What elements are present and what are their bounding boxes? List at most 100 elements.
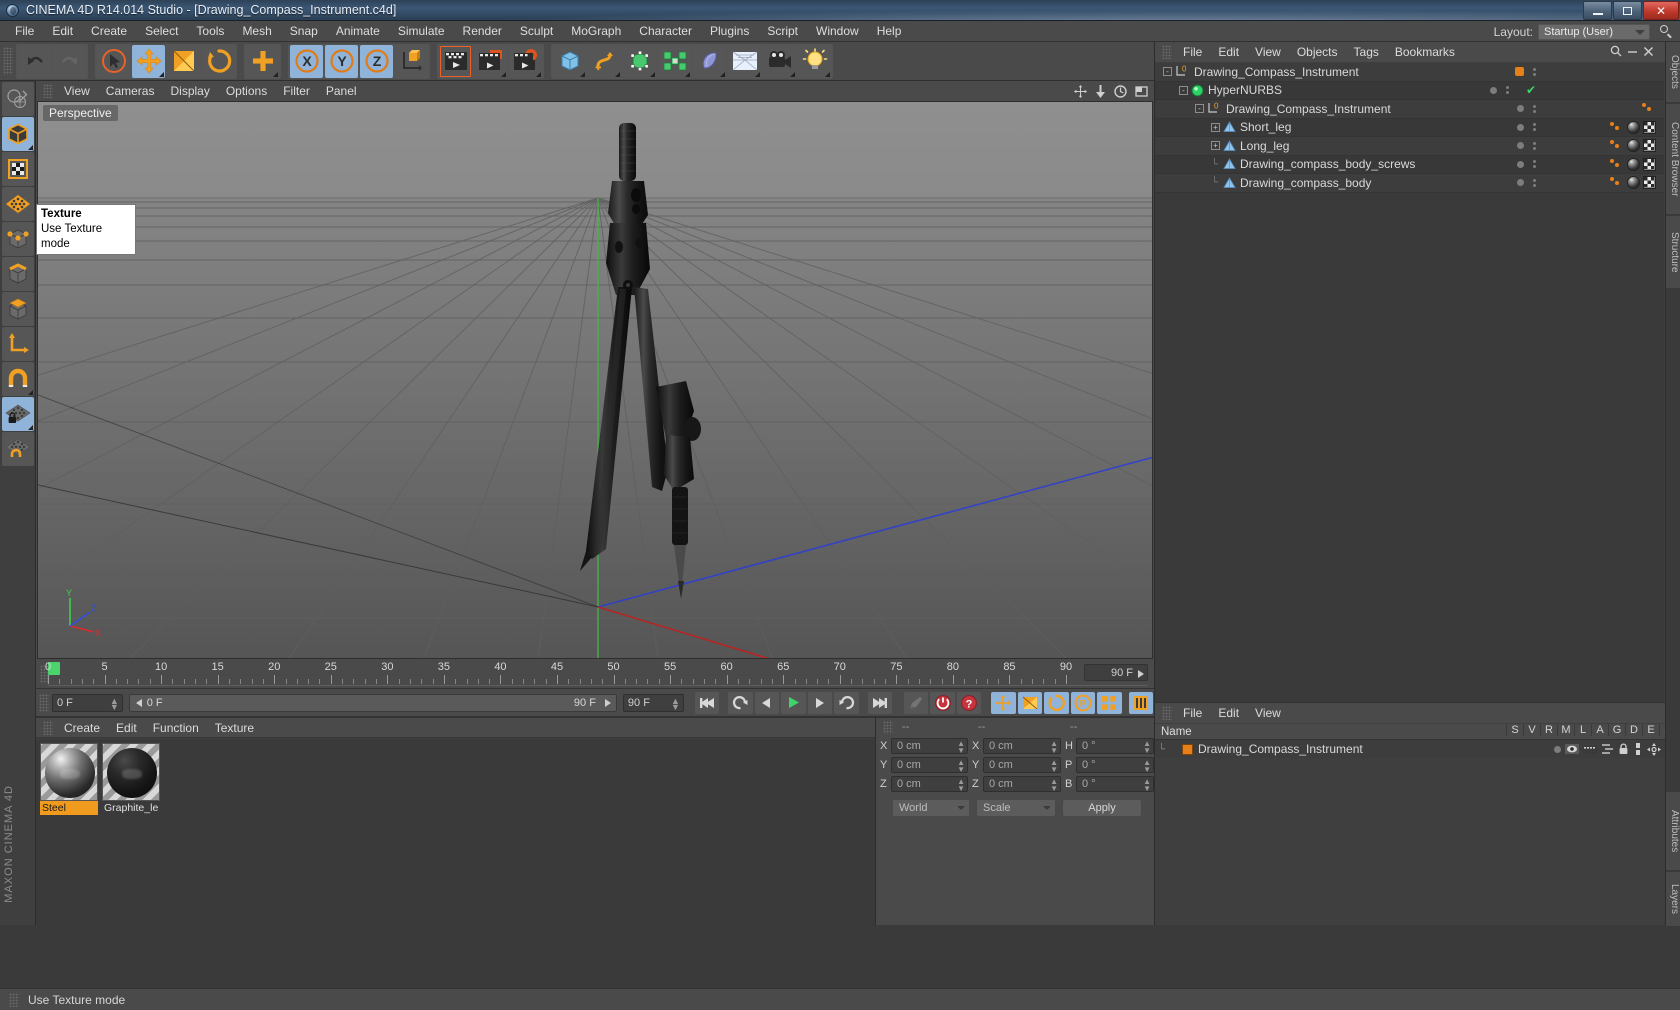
key-scale-button[interactable] — [1017, 691, 1043, 714]
world-object-axis-button[interactable] — [395, 44, 428, 78]
object-enable-dot-icon[interactable] — [1517, 123, 1524, 131]
coord-field-size-x[interactable]: 0 cm ▲ ▼ — [983, 738, 1061, 755]
menu-select[interactable]: Select — [136, 22, 187, 40]
spinner-icon-2[interactable]: ▲ ▼ — [671, 696, 680, 711]
lock-workplane-button[interactable] — [2, 397, 34, 431]
object-row[interactable]: - HyperNURBS ✔ — [1155, 81, 1664, 100]
object-name[interactable]: Short_leg — [1240, 120, 1291, 134]
menu-simulate[interactable]: Simulate — [389, 22, 454, 40]
object-visibility-toggle-icon[interactable] — [1533, 123, 1536, 132]
key-position-button[interactable] — [991, 691, 1016, 714]
tab-content-browser[interactable]: Content Browser — [1666, 104, 1680, 214]
object-name[interactable]: Drawing_Compass_Instrument — [1194, 65, 1359, 79]
redo-button[interactable] — [53, 44, 86, 78]
viewport-menu-cameras[interactable]: Cameras — [98, 83, 163, 99]
layer-column-d[interactable]: D — [1625, 724, 1642, 736]
go-to-start-button[interactable] — [694, 691, 720, 714]
object-enable-dot-icon[interactable] — [1489, 86, 1497, 94]
object-enable-dot-icon[interactable] — [1517, 179, 1524, 187]
coordinates-grip[interactable] — [883, 720, 893, 734]
hypernurbs-icon[interactable] — [1191, 84, 1204, 97]
expander-toggle-icon[interactable]: + — [1211, 141, 1220, 151]
menu-script[interactable]: Script — [758, 22, 807, 40]
play-forward-loop-button[interactable] — [834, 691, 859, 714]
uv-mesh-mode-button[interactable] — [2, 187, 34, 221]
layer-column-r[interactable]: R — [1540, 724, 1557, 736]
material-tag-icon[interactable] — [1627, 139, 1640, 153]
layer-grip[interactable] — [1162, 706, 1172, 720]
pan-icon[interactable] — [1074, 84, 1087, 98]
points-mode-button[interactable] — [2, 222, 34, 256]
make-editable-icon[interactable] — [2, 82, 34, 116]
layer-render-icon[interactable] — [1583, 743, 1597, 755]
tab-layers[interactable]: Layers — [1666, 872, 1680, 926]
material-name-steel[interactable]: Steel — [40, 801, 98, 815]
material-name-graphite[interactable]: Graphite_le — [102, 801, 160, 815]
object-tag-dots-icon[interactable] — [1610, 121, 1624, 134]
add-transform-button[interactable] — [246, 44, 279, 78]
tab-structure[interactable]: Structure — [1666, 216, 1680, 288]
viewport-menu-panel[interactable]: Panel — [318, 83, 365, 99]
autokeying-button[interactable]: ? — [956, 691, 982, 714]
uvw-tag-icon[interactable] — [1643, 157, 1656, 171]
rotate-tool-button[interactable] — [202, 44, 235, 78]
range-left-arrow-icon[interactable] — [135, 698, 142, 707]
step-back-button[interactable] — [754, 691, 780, 714]
viewport-menu-display[interactable]: Display — [162, 83, 217, 99]
material-thumbnail-steel[interactable] — [40, 743, 98, 801]
expander-toggle-icon[interactable]: - — [1195, 104, 1204, 114]
viewport-grip[interactable] — [43, 84, 53, 98]
step-forward-button[interactable] — [807, 691, 833, 714]
frame-range-slider[interactable]: 0 F 90 F — [128, 693, 617, 712]
playbar-grip[interactable] — [39, 693, 49, 712]
om-search-icon[interactable] — [1610, 45, 1622, 57]
object-tag-dots-icon[interactable] — [1610, 158, 1624, 171]
object-row[interactable]: └ Drawing_compass_body_screws — [1155, 155, 1664, 174]
object-visibility-toggle-icon[interactable] — [1533, 67, 1536, 76]
viewport-menu-filter[interactable]: Filter — [275, 83, 318, 99]
material-thumbnail-graphite[interactable] — [102, 743, 160, 801]
add-light-button[interactable] — [798, 44, 831, 78]
menu-plugins[interactable]: Plugins — [701, 22, 758, 40]
viewport-menu-view[interactable]: View — [56, 83, 98, 99]
object-visibility-toggle-icon[interactable] — [1533, 104, 1536, 113]
add-spline-button[interactable] — [588, 44, 621, 78]
timeline-toggle-button[interactable] — [1128, 691, 1154, 714]
drawing-compass-3d-object[interactable] — [562, 119, 762, 629]
object-enable-dot-icon[interactable] — [1517, 142, 1524, 150]
material-tag-icon[interactable] — [1627, 157, 1640, 171]
material-item-steel[interactable]: Steel — [40, 743, 98, 815]
maximize-button[interactable] — [1613, 1, 1642, 20]
object-tag-dots-icon[interactable] — [1642, 102, 1656, 115]
layer-solo-dot-icon[interactable] — [1554, 745, 1561, 753]
object-enable-dot-icon[interactable] — [1517, 160, 1524, 168]
layer-color-swatch[interactable] — [1182, 743, 1193, 755]
toolbar-grip[interactable] — [3, 47, 13, 75]
object-row[interactable]: + Long_leg — [1155, 137, 1664, 156]
spinner-icon[interactable]: ▲ ▼ — [110, 696, 119, 711]
minimize-button[interactable] — [1583, 1, 1612, 20]
max-frame-field[interactable]: 90 F ▲ ▼ — [622, 693, 684, 712]
object-row[interactable]: - 0 Drawing_Compass_Instrument — [1155, 63, 1664, 82]
coordinate-system-select[interactable]: World — [892, 799, 970, 817]
object-name[interactable]: Long_leg — [1240, 139, 1289, 153]
material-menu-function[interactable]: Function — [145, 720, 207, 736]
expander-toggle-icon[interactable]: - — [1179, 85, 1188, 95]
timeline-ruler[interactable]: 0 5 10 15 20 25 30 35 40 45 50 55 60 65 70 75 80 85 90 — [45, 661, 1074, 689]
render-settings-button[interactable] — [509, 44, 542, 78]
key-parameter-button[interactable]: P — [1070, 691, 1096, 714]
play-backwards-loop-button[interactable] — [728, 691, 753, 714]
coord-field-size-z[interactable]: 0 cm ▲ ▼ — [983, 776, 1061, 793]
menu-help[interactable]: Help — [868, 22, 911, 40]
object-visibility-toggle-icon[interactable] — [1533, 160, 1536, 169]
layer-row[interactable]: └ Drawing_Compass_Instrument — [1155, 740, 1680, 758]
om-menu-view[interactable]: View — [1247, 44, 1289, 60]
polygon-object-icon[interactable] — [1223, 158, 1236, 170]
maximize-view-icon[interactable] — [1135, 85, 1148, 98]
material-tag-icon[interactable] — [1627, 120, 1640, 134]
layer-menu-view[interactable]: View — [1247, 705, 1289, 721]
menu-character[interactable]: Character — [630, 22, 701, 40]
om-menu-objects[interactable]: Objects — [1289, 44, 1346, 60]
tab-attributes[interactable]: Attributes — [1666, 792, 1680, 870]
add-cube-primitive-button[interactable] — [553, 44, 586, 78]
